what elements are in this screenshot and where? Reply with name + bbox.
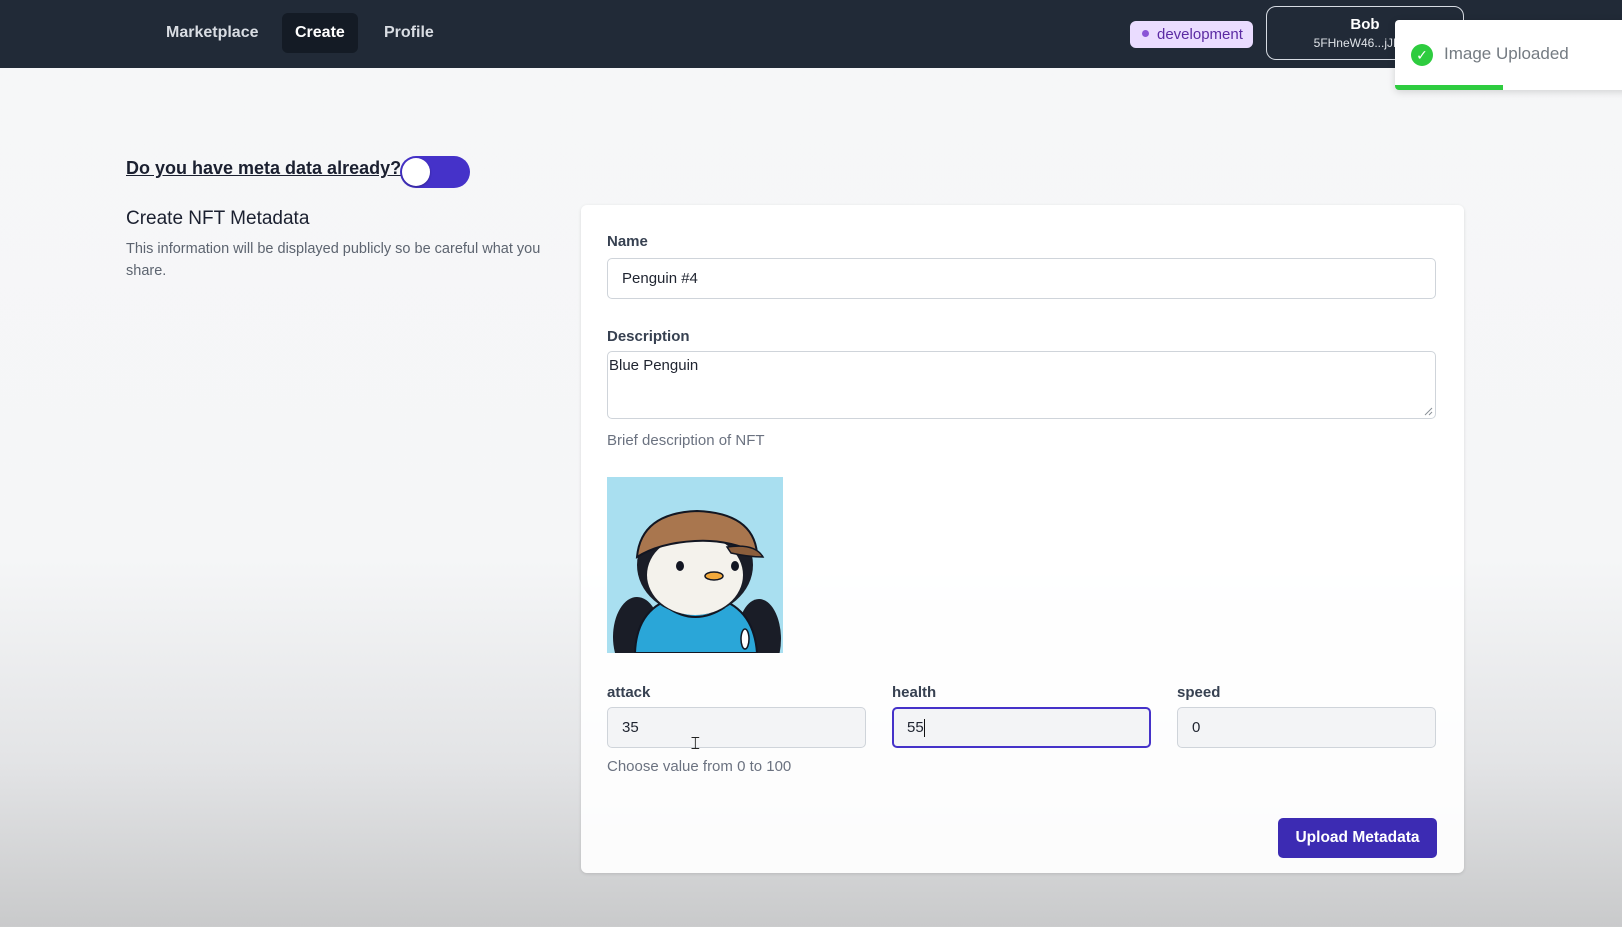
description-label: Description [607, 328, 690, 345]
dot-icon [1142, 29, 1149, 37]
text-cursor-icon: 𝙸 [689, 733, 702, 753]
text-caret [923, 719, 925, 738]
health-input[interactable]: 55 [892, 707, 1151, 748]
metadata-toggle-label: Do you have meta data already? [126, 158, 402, 178]
toggle-knob [402, 158, 430, 186]
name-label: Name [607, 233, 648, 250]
environment-label: development [1157, 26, 1243, 43]
nft-image [607, 477, 783, 653]
attack-label: attack [607, 684, 651, 701]
health-label: health [892, 684, 937, 701]
environment-badge: development [1130, 21, 1253, 48]
nav-marketplace[interactable]: Marketplace [153, 13, 272, 53]
metadata-toggle[interactable] [400, 156, 470, 188]
health-value: 55 [907, 719, 924, 736]
toast-message: Image Uploaded [1444, 44, 1569, 63]
name-input[interactable]: Penguin #4 [607, 258, 1436, 299]
toast-progress-bar [1395, 85, 1503, 90]
description-value: Blue Penguin [609, 357, 699, 374]
penguin-image-icon [607, 477, 783, 653]
toast-notification[interactable]: ✓ Image Uploaded [1395, 20, 1622, 90]
resize-grip-icon[interactable] [1424, 407, 1433, 416]
top-navbar: Marketplace Create Profile development B… [0, 0, 1622, 68]
attributes-help: Choose value from 0 to 100 [607, 758, 792, 775]
description-help: Brief description of NFT [607, 432, 765, 449]
metadata-form-card: Name Penguin #4 Description Blue Penguin… [581, 205, 1464, 873]
upload-metadata-button[interactable]: Upload Metadata [1278, 818, 1437, 858]
speed-input[interactable]: 0 [1177, 707, 1436, 748]
section-title: Create NFT Metadata [126, 208, 310, 229]
check-circle-icon: ✓ [1411, 44, 1433, 66]
attack-input[interactable]: 35 [607, 707, 866, 748]
speed-label: speed [1177, 684, 1221, 701]
nav-profile[interactable]: Profile [371, 13, 447, 53]
nav-create[interactable]: Create [282, 13, 358, 53]
section-subtitle: This information will be displayed publi… [126, 241, 541, 279]
description-textarea[interactable]: Blue Penguin [607, 351, 1436, 419]
